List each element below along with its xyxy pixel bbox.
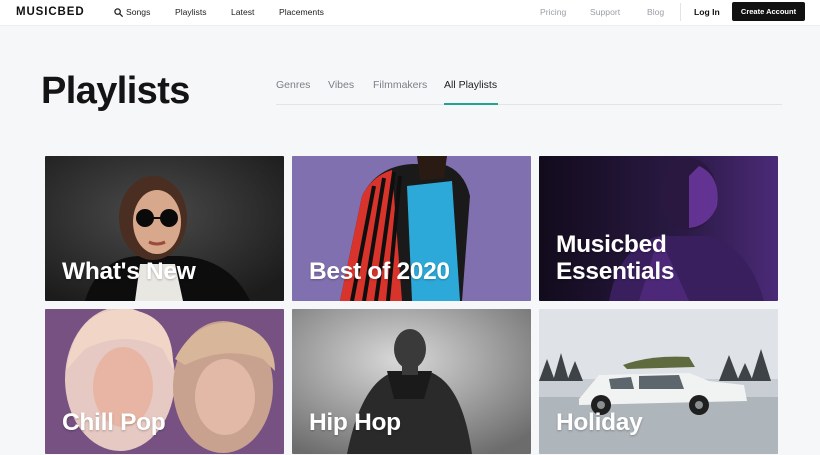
nav-support[interactable]: Support (590, 7, 620, 17)
playlist-title: Musicbed Essentials (556, 231, 675, 285)
page-title: Playlists (41, 70, 190, 112)
playlist-card-holiday[interactable]: Holiday (539, 309, 778, 454)
musicbed-logo[interactable]: MUSICBED (16, 6, 85, 18)
playlist-title: What's New (62, 258, 196, 285)
nav-pricing[interactable]: Pricing (540, 7, 566, 17)
tab-genres[interactable]: Genres (276, 79, 310, 91)
playlist-card-musicbed-essentials[interactable]: Musicbed Essentials (539, 156, 778, 301)
playlist-card-best-of-2020[interactable]: Best of 2020 (292, 156, 531, 301)
playlist-card-hip-hop[interactable]: Hip Hop (292, 309, 531, 454)
tabs-divider (276, 104, 782, 105)
create-account-button[interactable]: Create Account (732, 2, 805, 21)
tab-all-playlists[interactable]: All Playlists (444, 79, 497, 91)
nav-divider (680, 3, 681, 21)
playlist-title: Holiday (556, 409, 643, 436)
playlist-title: Best of 2020 (309, 258, 450, 285)
nav-placements[interactable]: Placements (279, 7, 324, 17)
login-link[interactable]: Log In (694, 7, 720, 17)
playlist-card-whats-new[interactable]: What's New (45, 156, 284, 301)
nav-latest[interactable]: Latest (231, 7, 254, 17)
nav-playlists[interactable]: Playlists (175, 7, 207, 17)
nav-blog[interactable]: Blog (647, 7, 664, 17)
nav-songs[interactable]: Songs (126, 7, 150, 17)
top-nav: MUSICBED Songs Playlists Latest Placemen… (0, 0, 820, 26)
playlist-title: Hip Hop (309, 409, 401, 436)
active-tab-indicator (444, 103, 498, 105)
playlist-card-chill-pop[interactable]: Chill Pop (45, 309, 284, 454)
tab-vibes[interactable]: Vibes (328, 79, 354, 91)
tab-filmmakers[interactable]: Filmmakers (373, 79, 427, 91)
search-icon[interactable] (114, 8, 123, 17)
playlist-title: Chill Pop (62, 409, 166, 436)
